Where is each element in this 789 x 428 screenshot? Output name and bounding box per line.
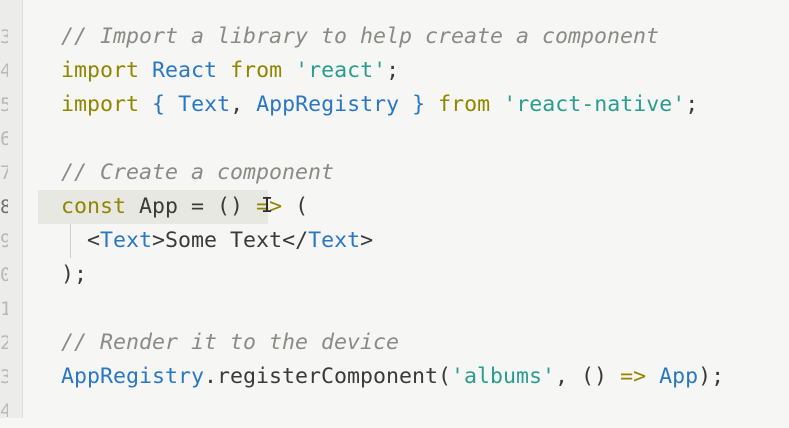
jsx-lt-slash: </ [282, 228, 309, 253]
paren-open: ( [295, 194, 309, 219]
line-number: 0 [0, 264, 8, 286]
line-number: 7 [0, 162, 8, 184]
line-number: 9 [0, 230, 8, 252]
text-cursor-icon: I [261, 193, 274, 217]
comma: , [230, 92, 244, 117]
line-number: 1 [0, 298, 8, 320]
string-albums: 'albums' [451, 364, 556, 389]
semicolon: ; [685, 92, 699, 117]
code-editor[interactable]: 3 4 5 6 7 8 9 0 1 2 3 4 // Import a libr… [0, 0, 789, 422]
arrow-operator: => [620, 364, 647, 389]
line-number: 4 [0, 400, 8, 422]
brace-open: { [152, 92, 166, 117]
identifier-react: React [152, 58, 218, 83]
line-number: 3 [0, 26, 8, 48]
brace-close: } [412, 92, 426, 117]
line-number-current: 8 [0, 196, 8, 218]
string-react-native: 'react-native' [503, 92, 686, 117]
close-paren-semicolon: ); [698, 364, 725, 389]
identifier-appregistry: AppRegistry [61, 364, 205, 389]
line-number: 6 [0, 128, 8, 150]
line-number-gutter: 3 4 5 6 7 8 9 0 1 2 3 4 [0, 0, 22, 422]
line-number: 4 [0, 60, 8, 82]
keyword-const: const [61, 194, 127, 219]
jsx-lt: < [87, 228, 101, 253]
keyword-import: import [61, 58, 140, 83]
code-line-render-comment[interactable]: // Render it to the device [61, 326, 399, 360]
keyword-from: from [230, 58, 283, 83]
semicolon: ; [386, 58, 400, 83]
string-react: 'react' [295, 58, 387, 83]
gutter-divider [22, 0, 23, 418]
line-number: 5 [0, 94, 8, 116]
comment-token: // Create a component [61, 160, 335, 185]
code-line-import-react-native[interactable]: import { Text, AppRegistry } from 'react… [61, 88, 698, 122]
comment-token: // Render it to the device [61, 330, 400, 355]
method-call: .registerComponent( [204, 364, 452, 389]
app-declaration: App = () [139, 194, 244, 219]
comment-token: // Import a library to help create a com… [61, 24, 660, 49]
comma-parens: , () [555, 364, 608, 389]
keyword-from: from [438, 92, 491, 117]
code-line-register[interactable]: AppRegistry.registerComponent('albums', … [61, 360, 724, 394]
code-line-jsx-text[interactable]: <Text>Some Text</Text> [87, 224, 373, 258]
line-number: 3 [0, 366, 8, 388]
identifier-app: App [659, 364, 699, 389]
code-line-create-comment[interactable]: // Create a component [61, 156, 334, 190]
keyword-import: import [61, 92, 140, 117]
identifier-text: Text [178, 92, 231, 117]
jsx-gt: > [360, 228, 374, 253]
jsx-tag-close: Text [308, 228, 361, 253]
code-line-close[interactable]: ); [61, 258, 87, 292]
jsx-tag-open: Text [100, 228, 153, 253]
identifier-appregistry: AppRegistry [256, 92, 400, 117]
code-line-import-react[interactable]: import React from 'react'; [61, 54, 399, 88]
close-paren: ); [61, 262, 88, 287]
line-number: 2 [0, 332, 8, 354]
indent-guide [70, 224, 71, 258]
jsx-gt: > [152, 228, 166, 253]
code-line-import-comment[interactable]: // Import a library to help create a com… [61, 20, 659, 54]
jsx-content: Some Text [165, 228, 283, 253]
